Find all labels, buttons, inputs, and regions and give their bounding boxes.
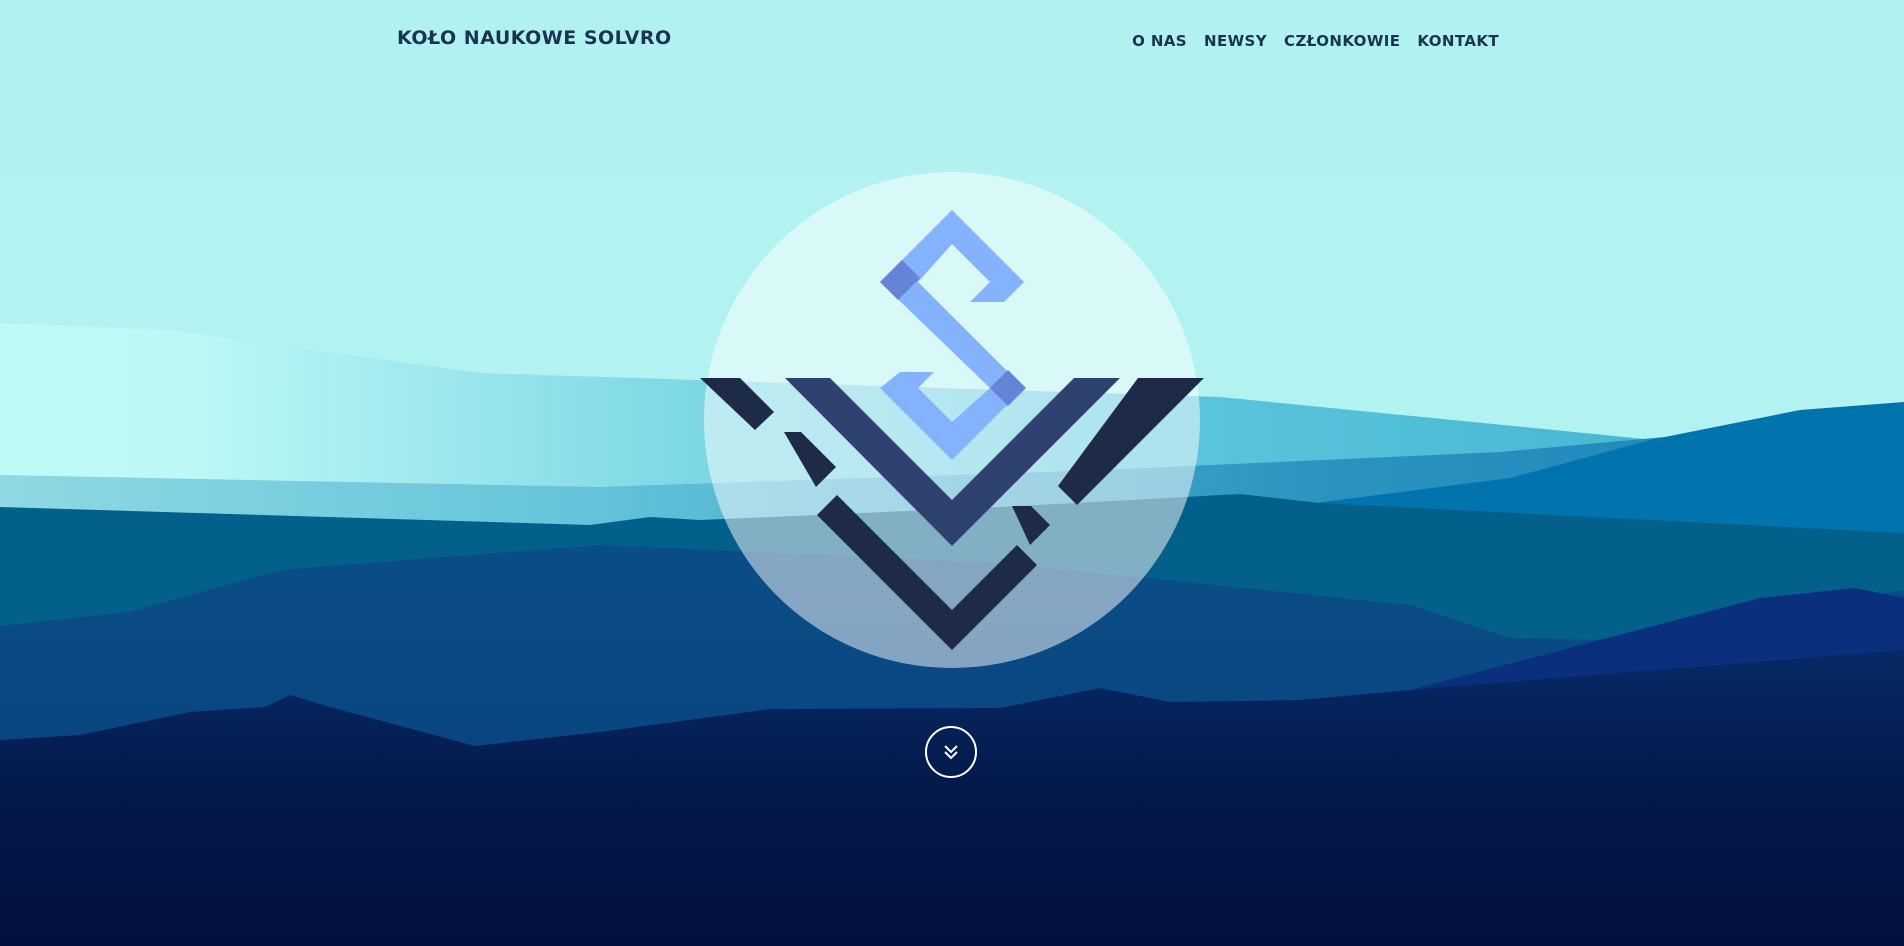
nav-item-kontakt: KONTAKT xyxy=(1417,31,1499,50)
hero-section: KOŁO NAUKOWE SOLVRO O NAS NEWSY CZŁONKOW… xyxy=(0,0,1904,946)
nav-link-o-nas[interactable]: O NAS xyxy=(1132,32,1187,50)
nav-item-czlonkowie: CZŁONKOWIE xyxy=(1284,31,1400,50)
scroll-down-button[interactable] xyxy=(925,726,977,778)
nav-link-czlonkowie[interactable]: CZŁONKOWIE xyxy=(1284,32,1400,50)
nav-link-newsy[interactable]: NEWSY xyxy=(1204,32,1267,50)
solvro-logo xyxy=(700,172,1204,668)
brand-link[interactable]: KOŁO NAUKOWE SOLVRO xyxy=(397,27,672,49)
top-navbar: KOŁO NAUKOWE SOLVRO O NAS NEWSY CZŁONKOW… xyxy=(0,0,1904,80)
nav-link-kontakt[interactable]: KONTAKT xyxy=(1417,32,1499,50)
double-chevron-down-icon xyxy=(944,745,958,760)
nav-item-newsy: NEWSY xyxy=(1204,31,1267,50)
nav-item-o-nas: O NAS xyxy=(1132,31,1187,50)
nav-menu: O NAS NEWSY CZŁONKOWIE KONTAKT xyxy=(1132,31,1499,50)
